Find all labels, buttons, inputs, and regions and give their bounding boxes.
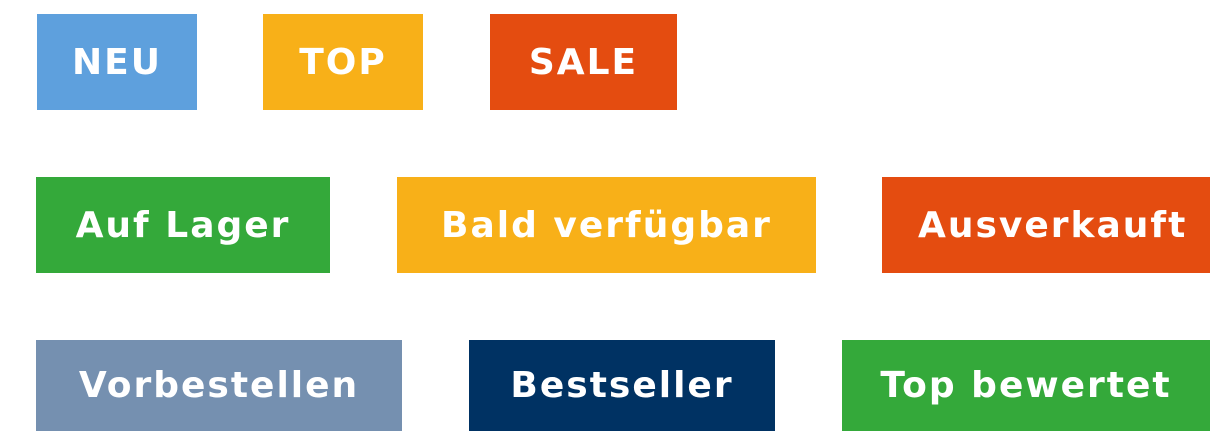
badge-top-bewertet: Top bewertet: [842, 340, 1210, 431]
badge-auf-lager: Auf Lager: [36, 177, 330, 273]
badge-vorbestellen: Vorbestellen: [36, 340, 402, 431]
badge-top: TOP: [263, 14, 423, 110]
badge-bestseller-label: Bestseller: [510, 365, 734, 406]
badge-bald-verfuegbar: Bald verfügbar: [397, 177, 816, 273]
badge-sale: SALE: [490, 14, 677, 110]
badge-top-bewertet-label: Top bewertet: [880, 365, 1172, 406]
badge-bald-verfuegbar-label: Bald verfügbar: [441, 204, 772, 246]
badge-neu: NEU: [37, 14, 197, 110]
badge-neu-label: NEU: [72, 41, 162, 83]
badge-bestseller: Bestseller: [469, 340, 775, 431]
badge-vorbestellen-label: Vorbestellen: [78, 365, 360, 406]
badge-auf-lager-label: Auf Lager: [75, 204, 291, 246]
badge-ausverkauft: Ausverkauft: [882, 177, 1210, 273]
badge-ausverkauft-label: Ausverkauft: [918, 204, 1188, 246]
badge-top-label: TOP: [299, 41, 387, 83]
badge-sale-label: SALE: [528, 41, 639, 83]
